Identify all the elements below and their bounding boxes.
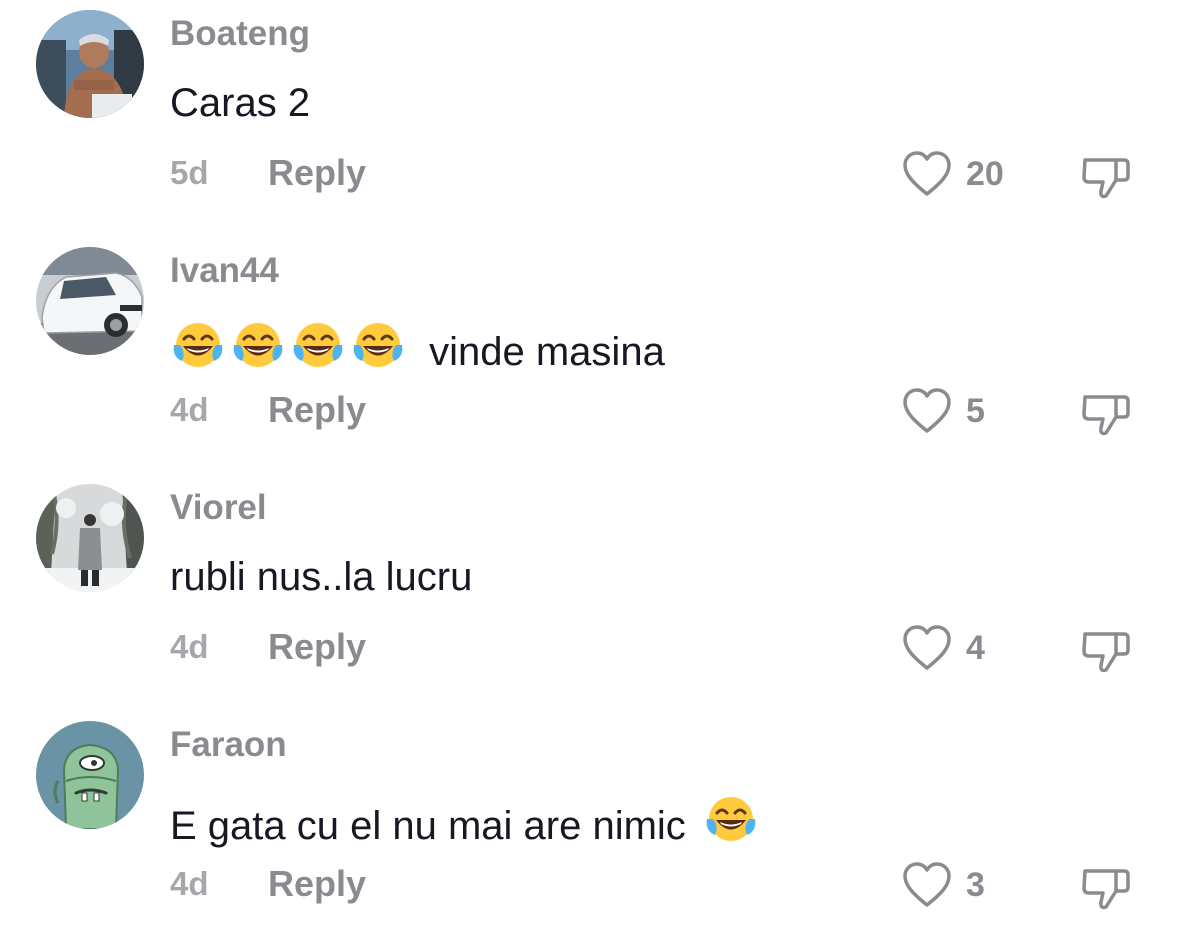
reply-button[interactable]: Reply: [268, 389, 366, 431]
avatar[interactable]: [36, 484, 144, 592]
username[interactable]: Faraon: [170, 725, 287, 765]
comment-text: vinde masina: [170, 317, 665, 383]
face-with-tears-of-joy-emoji: [170, 317, 226, 383]
heart-icon[interactable]: [902, 861, 952, 909]
like-count: 20: [966, 155, 1004, 193]
comment-text: rubli nus..la lucru: [170, 554, 472, 600]
avatar[interactable]: [36, 247, 144, 355]
thumbs-down-icon[interactable]: [1080, 387, 1132, 439]
reply-button[interactable]: Reply: [268, 863, 366, 905]
timestamp: 4d: [170, 391, 209, 428]
timestamp: 4d: [170, 865, 209, 902]
comment-text-content: vinde masina: [429, 330, 665, 374]
username[interactable]: Ivan44: [170, 251, 279, 291]
username[interactable]: Viorel: [170, 488, 267, 528]
heart-icon[interactable]: [902, 387, 952, 435]
username[interactable]: Boateng: [170, 14, 310, 54]
comment-text: E gata cu el nu mai are nimic: [170, 791, 763, 857]
comment-item: Ivan44 vinde masina 4d Reply 5: [0, 237, 1178, 473]
face-with-tears-of-joy-emoji: [290, 317, 346, 383]
like-count: 5: [966, 392, 985, 430]
thumbs-down-icon[interactable]: [1080, 861, 1132, 913]
comment-text-content: Caras 2: [170, 81, 311, 125]
timestamp: 5d: [170, 154, 209, 191]
reply-button[interactable]: Reply: [268, 152, 366, 194]
reply-button[interactable]: Reply: [268, 626, 366, 668]
comment-text: Caras 2: [170, 80, 310, 126]
comment-text-content: rubli nus..la lucru: [170, 555, 473, 599]
avatar[interactable]: [36, 10, 144, 118]
face-with-tears-of-joy-emoji: [703, 791, 759, 857]
avatar[interactable]: [36, 721, 144, 829]
like-count: 3: [966, 866, 985, 904]
face-with-tears-of-joy-emoji: [350, 317, 406, 383]
comment-item: Faraon E gata cu el nu mai are nimic 4d …: [0, 711, 1178, 947]
heart-icon[interactable]: [902, 624, 952, 672]
like-count: 4: [966, 629, 985, 667]
emoji-group: [170, 323, 421, 374]
heart-icon[interactable]: [902, 150, 952, 198]
comment-item: Viorel rubli nus..la lucru 4d Reply 4: [0, 474, 1178, 710]
comment-text-content: E gata cu el nu mai are nimic: [170, 804, 686, 848]
thumbs-down-icon[interactable]: [1080, 624, 1132, 676]
face-with-tears-of-joy-emoji: [230, 317, 286, 383]
comment-item: Boateng Caras 2 5d Reply 20: [0, 0, 1178, 236]
timestamp: 4d: [170, 628, 209, 665]
thumbs-down-icon[interactable]: [1080, 150, 1132, 202]
